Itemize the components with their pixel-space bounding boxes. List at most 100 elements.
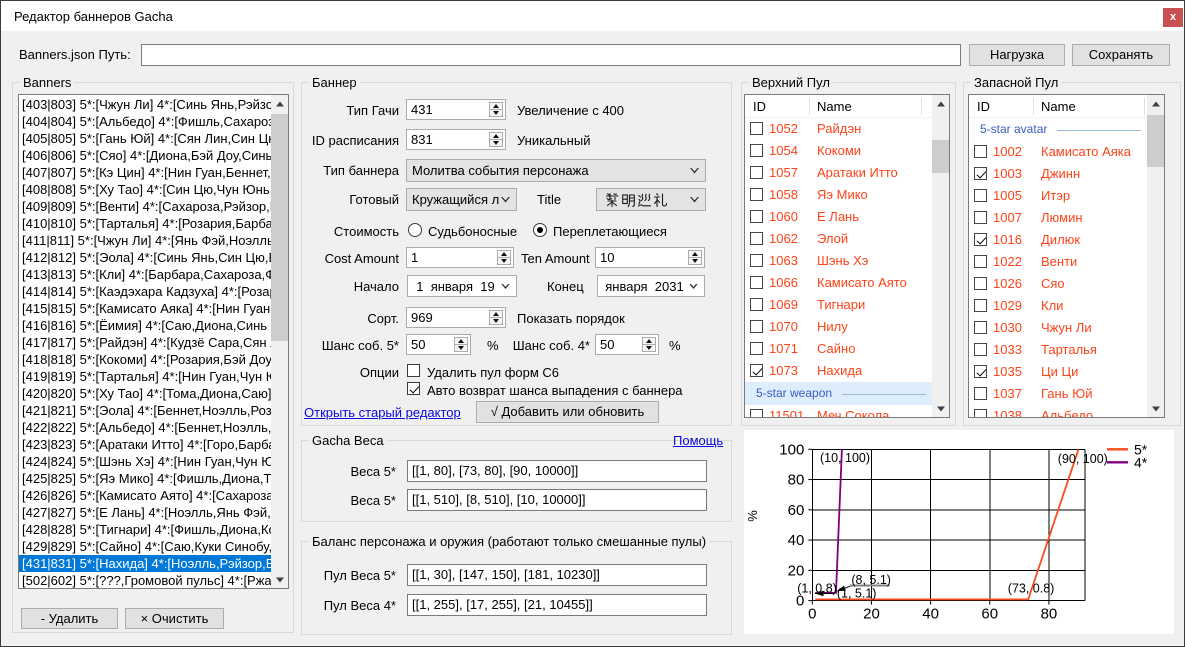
- banner-list-item[interactable]: [422|822] 5*:[Альбедо] 4*:[Беннет,Ноэлль…: [19, 419, 271, 436]
- unchecked-checkbox[interactable]: [750, 409, 763, 417]
- spin-down-icon[interactable]: [489, 139, 503, 147]
- checked-checkbox[interactable]: [750, 364, 763, 377]
- schedule-id-input[interactable]: 831: [406, 129, 506, 150]
- banner-list-item[interactable]: [502|602] 5*:[???,Громовой пульс] 4*:[Рж…: [19, 572, 271, 589]
- pool-row[interactable]: 1062Элой: [745, 228, 932, 250]
- path-input[interactable]: [141, 44, 961, 66]
- pool-row[interactable]: 1037Гань Юй: [969, 383, 1147, 405]
- unchecked-checkbox[interactable]: [974, 255, 987, 268]
- spin-down-icon[interactable]: [497, 257, 511, 265]
- pool-row[interactable]: 1003Джинн: [969, 163, 1147, 185]
- unchecked-checkbox[interactable]: [974, 145, 987, 158]
- begin-date-picker[interactable]: 1 января 19: [407, 275, 517, 297]
- pool-row[interactable]: 1016Дилюк: [969, 229, 1147, 251]
- unchecked-checkbox[interactable]: [750, 254, 763, 267]
- cost-amount-input[interactable]: 1: [406, 247, 514, 268]
- spin-down-icon[interactable]: [489, 317, 503, 325]
- banner-list-item[interactable]: [424|824] 5*:[Шэнь Хэ] 4*:[Нин Гуан,Чун …: [19, 453, 271, 470]
- banner-list-item[interactable]: [404|804] 5*:[Альбедо] 4*:[Фишль,Сахароз…: [19, 113, 271, 130]
- delete-banner-button[interactable]: - Удалить: [21, 608, 118, 629]
- unchecked-checkbox[interactable]: [750, 144, 763, 157]
- pool-row[interactable]: 1030Чжун Ли: [969, 317, 1147, 339]
- unchecked-checkbox[interactable]: [974, 321, 987, 334]
- banner-list-item[interactable]: [412|812] 5*:[Эола] 4*:[Синь Янь,Син Цю,…: [19, 249, 271, 266]
- pool-row[interactable]: 1038Альбедо: [969, 405, 1147, 417]
- pool-row[interactable]: 1066Камисато Аято: [745, 272, 932, 294]
- unchecked-checkbox[interactable]: [974, 343, 987, 356]
- pool-row[interactable]: 11501Меч Сокола: [745, 405, 932, 417]
- pool-row[interactable]: 1070Нилу: [745, 316, 932, 338]
- banner-list-item[interactable]: [403|803] 5*:[Чжун Ли] 4*:[Синь Янь,Рэйз…: [19, 96, 271, 113]
- weights5-input[interactable]: [[1, 80], [73, 80], [90, 10000]]: [407, 460, 707, 482]
- unchecked-checkbox[interactable]: [974, 211, 987, 224]
- scroll-thumb[interactable]: [932, 140, 949, 173]
- checked-checkbox[interactable]: [974, 365, 987, 378]
- cost-intertwined-radio[interactable]: [533, 223, 547, 237]
- load-button[interactable]: Нагрузка: [969, 44, 1065, 66]
- sort-input[interactable]: 969: [406, 307, 506, 328]
- pool-row[interactable]: 1007Люмин: [969, 207, 1147, 229]
- pool-row[interactable]: 1002Камисато Аяка: [969, 141, 1147, 163]
- banner-list-item[interactable]: [409|809] 5*:[Венти] 4*:[Сахароза,Рэйзор…: [19, 198, 271, 215]
- checked-checkbox[interactable]: [974, 233, 987, 246]
- pool-weights4-input[interactable]: [[1, 255], [17, 255], [21, 10455]]: [407, 594, 707, 616]
- banner-list-item[interactable]: [429|829] 5*:[Сайно] 4*:[Саю,Куки Синобу…: [19, 538, 271, 555]
- pool-weights5-input[interactable]: [[1, 30], [147, 150], [181, 10230]]: [407, 564, 707, 586]
- banner-list-item[interactable]: [427|827] 5*:[Е Лань] 4*:[Ноэлль,Янь Фэй…: [19, 504, 271, 521]
- pool-row[interactable]: 1029Кли: [969, 295, 1147, 317]
- pool-row[interactable]: 1057Аратаки Итто: [745, 162, 932, 184]
- cost-fate-radio[interactable]: [408, 223, 422, 237]
- banner-list-item[interactable]: [408|808] 5*:[Ху Тао] 4*:[Син Цю,Чун Юнь…: [19, 181, 271, 198]
- banner-list-item[interactable]: [411|811] 5*:[Чжун Ли] 4*:[Янь Фэй,Ноэлл…: [19, 232, 271, 249]
- banner-list-item[interactable]: [418|818] 5*:[Кокоми] 4*:[Розария,Бэй До…: [19, 351, 271, 368]
- clear-banners-button[interactable]: × Очистить: [125, 608, 224, 629]
- pool-row[interactable]: 1035Ци Ци: [969, 361, 1147, 383]
- banner-list-item[interactable]: [419|819] 5*:[Тарталья] 4*:[Нин Гуан,Чун…: [19, 368, 271, 385]
- banner-list-item[interactable]: [423|823] 5*:[Аратаки Итто] 4*:[Горо,Бар…: [19, 436, 271, 453]
- unchecked-checkbox[interactable]: [974, 277, 987, 290]
- spin-down-icon[interactable]: [688, 257, 702, 265]
- spin-down-icon[interactable]: [489, 109, 503, 117]
- remove-pool-checkbox[interactable]: [407, 364, 420, 377]
- auto-return-checkbox[interactable]: [407, 382, 420, 395]
- pool-row[interactable]: 1069Тигнари: [745, 294, 932, 316]
- banner-list-item[interactable]: [410|810] 5*:[Тарталья] 4*:[Розария,Барб…: [19, 215, 271, 232]
- checked-checkbox[interactable]: [974, 167, 987, 180]
- pool-row[interactable]: 1058Яэ Мико: [745, 184, 932, 206]
- unchecked-checkbox[interactable]: [974, 299, 987, 312]
- banner-list-item[interactable]: [405|805] 5*:[Гань Юй] 4*:[Сян Лин,Син Ц…: [19, 130, 271, 147]
- scroll-up-icon[interactable]: [932, 95, 949, 112]
- unchecked-checkbox[interactable]: [750, 276, 763, 289]
- pool-row[interactable]: 1063Шэнь Хэ: [745, 250, 932, 272]
- pool-row[interactable]: 1005Итэр: [969, 185, 1147, 207]
- unchecked-checkbox[interactable]: [974, 409, 987, 417]
- banner-list-item[interactable]: [414|814] 5*:[Каэдэхара Кадзуха] 4*:[Роз…: [19, 283, 271, 300]
- banner-list-item[interactable]: [406|806] 5*:[Сяо] 4*:[Диона,Бэй Доу,Син…: [19, 147, 271, 164]
- banner-list-item[interactable]: [420|820] 5*:[Ху Тао] 4*:[Тома,Диона,Саю…: [19, 385, 271, 402]
- unchecked-checkbox[interactable]: [750, 188, 763, 201]
- banner-list-item[interactable]: [416|816] 5*:[Ёимия] 4*:[Саю,Диона,Синь …: [19, 317, 271, 334]
- add-or-update-button[interactable]: √ Добавить или обновить: [476, 401, 659, 423]
- unchecked-checkbox[interactable]: [750, 320, 763, 333]
- scroll-down-icon[interactable]: [932, 400, 949, 417]
- unchecked-checkbox[interactable]: [750, 232, 763, 245]
- unchecked-checkbox[interactable]: [974, 189, 987, 202]
- open-old-editor-link[interactable]: Открыть старый редактор: [304, 405, 461, 420]
- pool-row[interactable]: 1033Тарталья: [969, 339, 1147, 361]
- banner-type-combo[interactable]: Молитва события персонажа: [406, 159, 706, 182]
- chance4-input[interactable]: 50: [595, 334, 659, 355]
- upper-pool-scrollbar[interactable]: [932, 95, 949, 417]
- banner-list-item[interactable]: [425|825] 5*:[Яэ Мико] 4*:[Фишль,Диона,Т…: [19, 470, 271, 487]
- unchecked-checkbox[interactable]: [750, 342, 763, 355]
- scroll-up-icon[interactable]: [1147, 95, 1164, 112]
- end-date-picker[interactable]: января 2031: [597, 275, 705, 297]
- unchecked-checkbox[interactable]: [750, 122, 763, 135]
- scroll-down-icon[interactable]: [1147, 400, 1164, 417]
- close-button[interactable]: x: [1163, 8, 1183, 27]
- banner-list-item[interactable]: [417|817] 5*:[Райдэн] 4*:[Кудзё Сара,Сян…: [19, 334, 271, 351]
- scroll-thumb[interactable]: [1147, 115, 1164, 167]
- pool-row[interactable]: 1022Венти: [969, 251, 1147, 273]
- banner-list-item[interactable]: [413|813] 5*:[Кли] 4*:[Барбара,Сахароза,…: [19, 266, 271, 283]
- weights4-input[interactable]: [[1, 510], [8, 510], [10, 10000]]: [407, 489, 707, 511]
- gacha-type-input[interactable]: 431: [406, 99, 506, 120]
